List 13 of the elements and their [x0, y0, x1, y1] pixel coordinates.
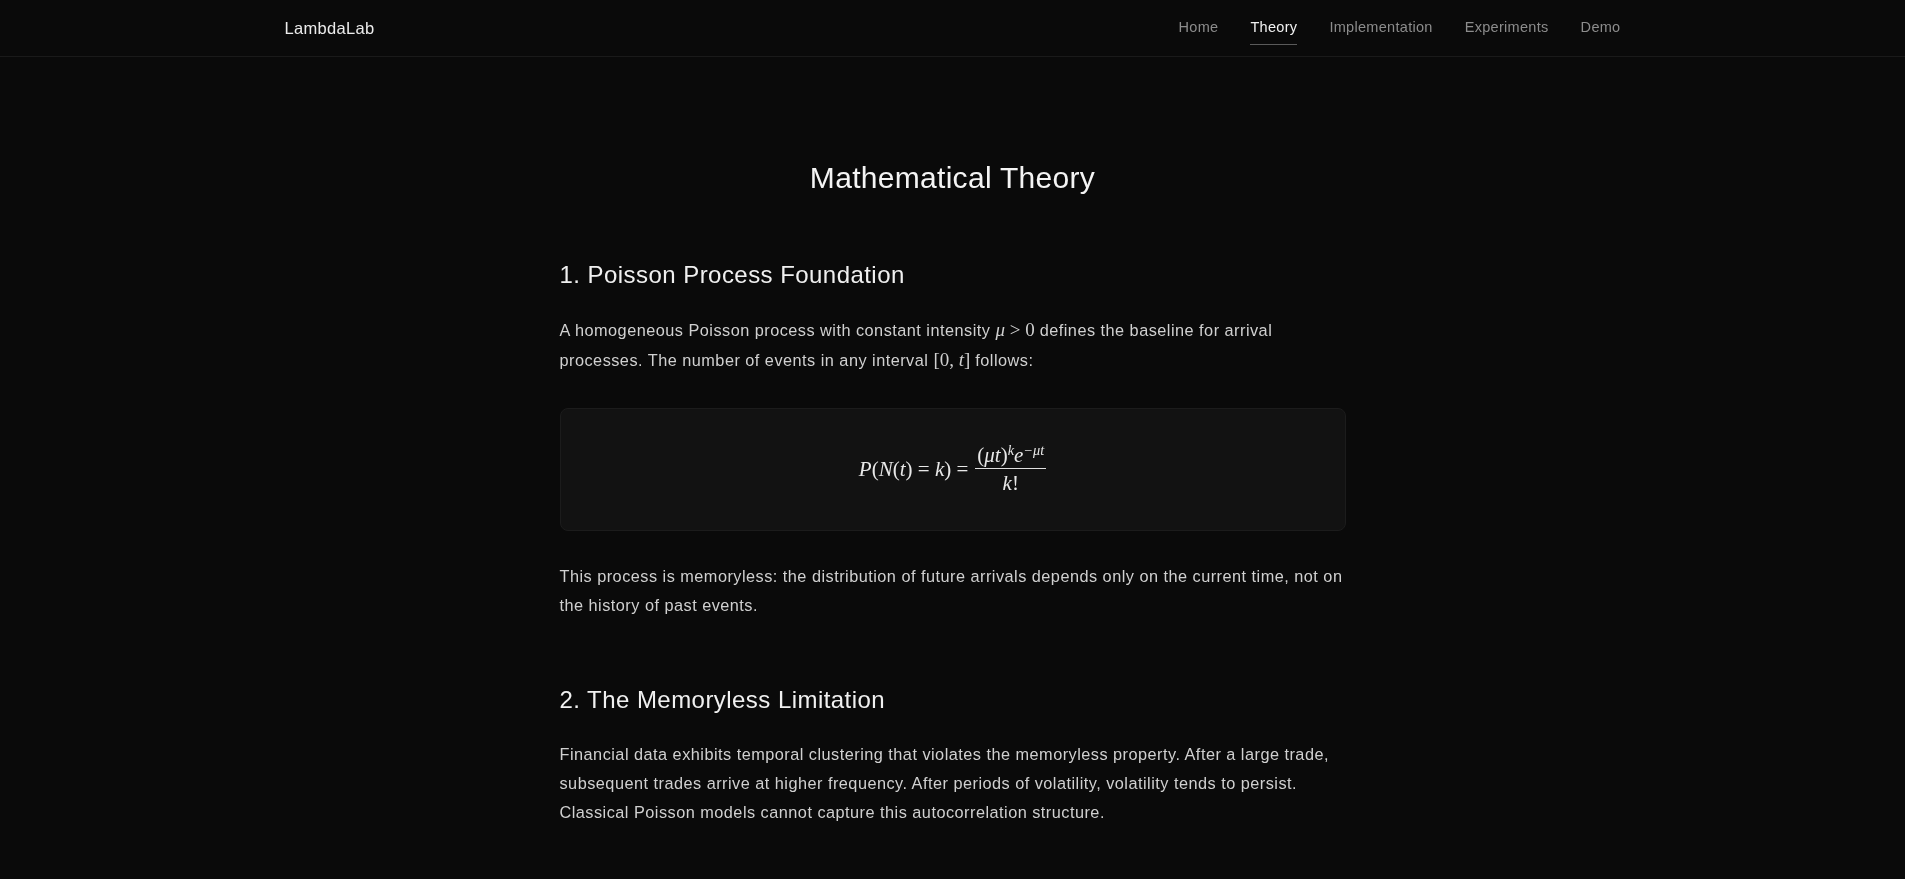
paragraph: A homogeneous Poisson process with constant intensity μ > 0 defines the baseline for arrival processes. The number of events in any interval [0, t] follows:: [559, 317, 1274, 372]
section-heading: 1. Poisson Process Foundation: [559, 261, 906, 290]
brand-link[interactable]: LambdaLab: [284, 15, 375, 41]
equation: P(N(t) = k) = (μt)$^{k}$e$^{−μt}$ k!: [858, 443, 1047, 496]
paragraph: Financial data exhibits temporal clustering that violates the memoryless property. After a large trade, subsequent trades arrive at higher frequency. After periods of volatility, volatility tends to persist. Classical Poisson models cannot capture this autocorrelation structure.: [559, 743, 1330, 823]
section-heading: 2. The Memoryless Limitation: [559, 685, 887, 715]
page-title: Mathematical Theory: [808, 160, 1097, 196]
nav-link[interactable]: Implementation: [1329, 11, 1433, 45]
nav-link[interactable]: Theory: [1250, 11, 1298, 45]
nav-link[interactable]: Demo: [1580, 11, 1621, 45]
nav-link[interactable]: Home: [1178, 11, 1219, 45]
nav-link[interactable]: Experiments: [1464, 11, 1549, 45]
paragraph: This process is memoryless: the distribution of future arrivals depends only on the current time, not on the history of past events.: [559, 565, 1344, 616]
